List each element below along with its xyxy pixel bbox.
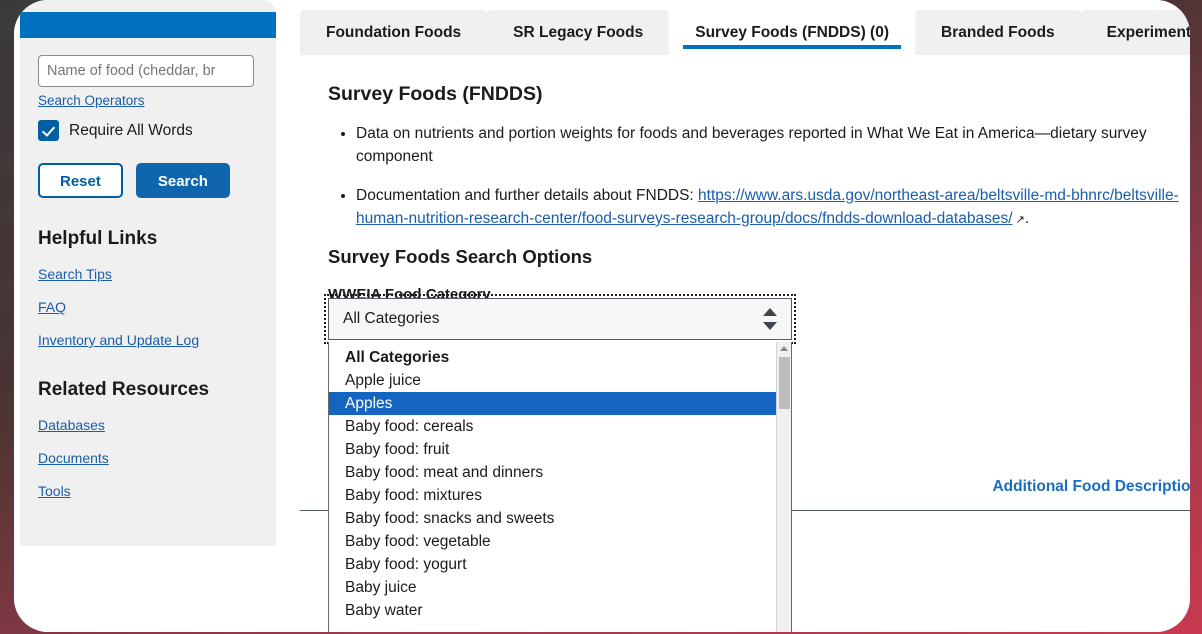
list-item: FAQ bbox=[38, 299, 258, 316]
page-title: Survey Foods (FNDDS) bbox=[300, 55, 1190, 106]
list-item: Search Tips bbox=[38, 266, 258, 283]
option-all-categories[interactable]: All Categories bbox=[329, 346, 776, 369]
select-updown-arrows-icon bbox=[763, 308, 777, 330]
require-all-words-row[interactable]: Require All Words bbox=[38, 120, 258, 141]
tab-sr-legacy-foods[interactable]: SR Legacy Foods bbox=[487, 10, 669, 55]
option-baby-food-vegetable[interactable]: Baby food: vegetable bbox=[329, 530, 776, 553]
sidebar-content: Search Operators Require All Words Reset… bbox=[20, 38, 276, 546]
option-baby-food-meat-and-dinners[interactable]: Baby food: meat and dinners bbox=[329, 461, 776, 484]
window-frame: Search Operators Require All Words Reset… bbox=[0, 0, 1202, 634]
related-resources-heading: Related Resources bbox=[38, 379, 258, 401]
require-all-words-label: Require All Words bbox=[69, 122, 193, 140]
search-input[interactable] bbox=[38, 55, 254, 87]
option-list-scrollbar[interactable] bbox=[776, 342, 791, 632]
scrollbar-thumb[interactable] bbox=[779, 357, 790, 409]
tab-experimental-foods[interactable]: Experimental Foods bbox=[1081, 10, 1190, 55]
sidebar-link-documents[interactable]: Documents bbox=[38, 450, 109, 466]
sidebar-link-faq[interactable]: FAQ bbox=[38, 299, 66, 315]
list-item: Inventory and Update Log bbox=[38, 332, 258, 349]
option-baby-water[interactable]: Baby water bbox=[329, 599, 776, 622]
related-resources-list: Databases Documents Tools bbox=[38, 417, 258, 500]
description-bullets: Data on nutrients and portion weights fo… bbox=[300, 122, 1190, 230]
wweia-category-select-wrap: All Categories bbox=[328, 298, 792, 340]
search-sidebar: Search Operators Require All Words Reset… bbox=[20, 0, 276, 546]
tab-branded-foods[interactable]: Branded Foods bbox=[915, 10, 1081, 55]
bullet-text: Data on nutrients and portion weights fo… bbox=[356, 125, 1147, 165]
external-link-icon: ↗ bbox=[1013, 214, 1025, 226]
reset-button[interactable]: Reset bbox=[38, 163, 123, 198]
scroll-up-arrow-icon[interactable] bbox=[777, 342, 791, 355]
wweia-category-select[interactable]: All Categories bbox=[328, 298, 792, 340]
page-surface: Search Operators Require All Words Reset… bbox=[14, 0, 1190, 632]
bullet-text-after: . bbox=[1025, 210, 1029, 227]
main-panel: Survey Foods (FNDDS) Data on nutrients a… bbox=[300, 55, 1190, 303]
page-viewport: Search Operators Require All Words Reset… bbox=[14, 0, 1190, 632]
sidebar-link-inventory-update-log[interactable]: Inventory and Update Log bbox=[38, 332, 199, 348]
option-items: All Categories Apple juice Apples Baby f… bbox=[329, 342, 776, 632]
list-item: Databases bbox=[38, 417, 258, 434]
food-type-tabs: Foundation Foods SR Legacy Foods Survey … bbox=[300, 10, 1190, 55]
tab-survey-foods-fndds[interactable]: Survey Foods (FNDDS) (0) bbox=[669, 10, 915, 55]
search-options-heading: Survey Foods Search Options bbox=[300, 246, 1190, 268]
list-item: Documentation and further details about … bbox=[356, 184, 1190, 231]
list-item: Documents bbox=[38, 450, 258, 467]
helpful-links-heading: Helpful Links bbox=[38, 228, 258, 250]
list-item: Tools bbox=[38, 483, 258, 500]
option-baby-food-fruit[interactable]: Baby food: fruit bbox=[329, 438, 776, 461]
option-baby-juice[interactable]: Baby juice bbox=[329, 576, 776, 599]
helpful-links-list: Search Tips FAQ Inventory and Update Log bbox=[38, 266, 258, 349]
select-value: All Categories bbox=[343, 310, 440, 328]
search-button[interactable]: Search bbox=[136, 163, 230, 198]
search-operators-link[interactable]: Search Operators bbox=[38, 93, 145, 108]
sidebar-link-search-tips[interactable]: Search Tips bbox=[38, 266, 112, 282]
sidebar-accent-bar bbox=[20, 12, 276, 38]
sidebar-link-tools[interactable]: Tools bbox=[38, 483, 71, 499]
option-apple-juice[interactable]: Apple juice bbox=[329, 369, 776, 392]
option-baby-food-snacks-and-sweets[interactable]: Baby food: snacks and sweets bbox=[329, 507, 776, 530]
option-apples[interactable]: Apples bbox=[329, 392, 776, 415]
require-all-words-checkbox[interactable] bbox=[38, 120, 59, 141]
sidebar-link-databases[interactable]: Databases bbox=[38, 417, 105, 433]
option-baby-food-mixtures[interactable]: Baby food: mixtures bbox=[329, 484, 776, 507]
option-baby-food-cereals[interactable]: Baby food: cereals bbox=[329, 415, 776, 438]
list-item: Data on nutrients and portion weights fo… bbox=[356, 122, 1190, 169]
tab-foundation-foods[interactable]: Foundation Foods bbox=[300, 10, 487, 55]
option-baby-food-yogurt[interactable]: Baby food: yogurt bbox=[329, 553, 776, 576]
bullet-text: Documentation and further details about … bbox=[356, 187, 698, 204]
form-actions: Reset Search bbox=[38, 163, 258, 198]
wweia-category-option-list[interactable]: All Categories Apple juice Apples Baby f… bbox=[328, 342, 792, 632]
